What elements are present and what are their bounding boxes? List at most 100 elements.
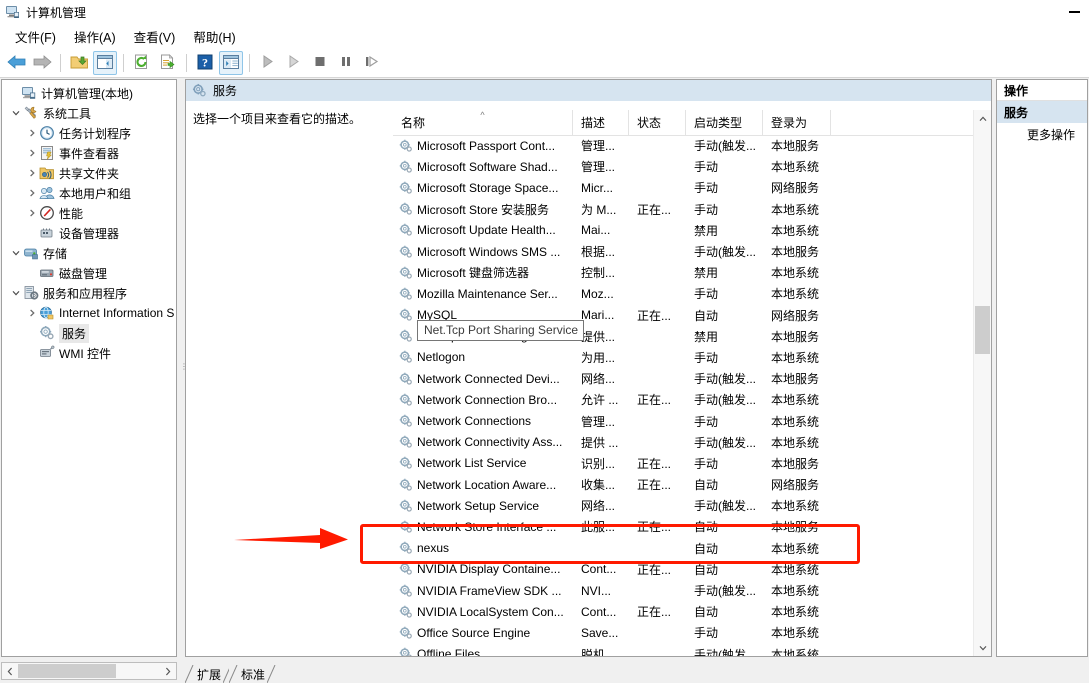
tree-item-shared-folders[interactable]: 共享文件夹 [4,163,176,183]
scroll-left-icon[interactable] [2,663,18,679]
table-row[interactable]: Network Connection Bro... 允许 ... 正在... 手动(触… [393,389,991,410]
service-gear-icon [399,266,413,280]
services-vertical-scrollbar[interactable] [973,110,991,656]
service-name-label: Netlogon [417,350,466,365]
table-row[interactable]: Network Connected Devi... 网络... 手动(触发... 本地… [393,368,991,389]
menu-action[interactable]: 操作(A) [65,24,125,49]
chevron-right-icon[interactable] [24,305,39,321]
more-actions-item[interactable]: 更多操作 [997,123,1087,145]
table-row[interactable]: Microsoft Storage Space... Micr... 手动 网络服务 [393,177,991,198]
tree-expander [24,225,39,241]
table-row[interactable]: NVIDIA Display Containe... Cont... 正在... 自动… [393,559,991,580]
column-header-log-on-as[interactable]: 登录为 [763,110,831,135]
console-tree-pane: 计算机管理(本地) 系统工具 任务计划程序 事件查看器 共享文件夹 本地用户和组… [1,79,177,657]
tree-item-computer-management[interactable]: 计算机管理(本地) [4,83,176,103]
forward-button[interactable] [30,51,54,75]
cell-log-on-as: 本地服务 [771,245,820,260]
tree-item-task-scheduler[interactable]: 任务计划程序 [4,123,176,143]
chevron-down-icon[interactable] [8,245,23,261]
cell-startup-type: 手动 [694,414,719,429]
pane-splitter[interactable]: ⋮ [178,79,188,657]
tree-horizontal-scrollbar[interactable] [1,662,177,680]
table-row[interactable]: Microsoft 键盘筛选器 控制... 禁用 本地系统 [393,262,991,283]
column-header-status[interactable]: 状态 [629,110,686,135]
table-row[interactable]: Microsoft Windows SMS ... 根据... 手动(触发... 本地… [393,241,991,262]
service-name-label: Network Store Interface ... [417,519,557,534]
tree-item-services-and-applications[interactable]: 服务和应用程序 [4,283,176,303]
menu-view[interactable]: 查看(V) [125,24,185,49]
svg-text:?: ? [202,55,208,69]
chevron-right-icon[interactable] [24,205,39,221]
table-row[interactable]: Microsoft Software Shad... 管理... 手动 本地系统 [393,156,991,177]
restart-service-button[interactable] [360,51,384,75]
tree-item-storage[interactable]: 存储 [4,243,176,263]
tab-extended[interactable]: 扩展 [184,664,232,683]
help-button[interactable]: ? [193,51,217,75]
services-column-headers: 名称 ^ 描述 状态 启动类型 登录为 [393,110,991,136]
column-header-startup-type[interactable]: 启动类型 [686,110,763,135]
back-button[interactable] [4,51,28,75]
start-service-button[interactable] [256,51,280,75]
table-row[interactable]: Network Location Aware... 收集... 正在... 自动 网络服… [393,474,991,495]
chevron-right-icon[interactable] [24,145,39,161]
chevron-right-icon[interactable] [24,165,39,181]
up-one-level-button[interactable] [67,51,91,75]
scroll-up-icon[interactable] [974,110,991,127]
tab-standard[interactable]: 标准 [228,664,276,683]
tree-item-services[interactable]: 服务 [4,323,176,343]
table-row[interactable]: Office Source Engine Save... 手动 本地系统 [393,622,991,643]
chevron-down-icon[interactable] [8,105,23,121]
menu-file[interactable]: 文件(F) [6,24,65,49]
service-gear-icon [399,329,413,343]
scroll-down-icon[interactable] [974,639,991,656]
scrollbar-thumb[interactable] [975,306,990,354]
table-row[interactable]: Network Store Interface ... 此服... 正在... 自动 本… [393,516,991,537]
tree-item-performance[interactable]: 性能 [4,203,176,223]
h-scrollbar-thumb[interactable] [18,664,116,678]
service-gear-icon [399,160,413,174]
chevron-right-icon[interactable] [24,185,39,201]
table-row[interactable]: Microsoft Passport Cont... 管理... 手动(触发... 本… [393,135,991,156]
table-row[interactable]: Offline Files 脱机... 手动(触发... 本地系统 [393,644,991,656]
show-hide-console-tree-button[interactable] [93,51,117,75]
cell-status: 正在... [637,478,672,493]
service-gear-icon [399,541,413,555]
tree-item-wmi-control[interactable]: WMI 控件 [4,343,176,363]
tree-item-local-users-groups[interactable]: 本地用户和组 [4,183,176,203]
table-row[interactable]: Microsoft Store 安装服务 为 M... 正在... 手动 本地系统 [393,199,991,220]
tree-item-disk-management[interactable]: 磁盘管理 [4,263,176,283]
actions-pane-section-services: 服务 [997,101,1087,123]
menu-help[interactable]: 帮助(H) [184,24,244,49]
services-rows: Microsoft Passport Cont... 管理... 手动(触发... 本… [393,135,991,656]
pause-service-button[interactable] [334,51,358,75]
cell-startup-type: 手动(触发... [694,372,756,387]
refresh-button[interactable] [130,51,154,75]
table-row[interactable]: NVIDIA FrameView SDK ... NVI... 手动(触发... 本地… [393,580,991,601]
h-scrollbar-track[interactable] [116,664,160,678]
stop-service-button[interactable] [308,51,332,75]
shared-folders-icon [39,165,55,181]
table-row[interactable]: nexus 自动 本地系统 [393,538,991,559]
table-row[interactable]: Network Connectivity Ass... 提供 ... 手动(触发..… [393,432,991,453]
export-list-button[interactable] [156,51,180,75]
table-row[interactable]: Mozilla Maintenance Ser... Moz... 手动 本地系统 [393,283,991,304]
column-header-description[interactable]: 描述 [573,110,629,135]
play-icon [262,55,274,71]
table-row[interactable]: Network Connections 管理... 手动 本地系统 [393,410,991,431]
table-row[interactable]: Netlogon 为用... 手动 本地系统 [393,347,991,368]
table-row[interactable]: Network Setup Service 网络... 手动(触发... 本地系统 [393,495,991,516]
show-hide-action-pane-button[interactable] [219,51,243,75]
scroll-right-icon[interactable] [160,663,176,679]
tree-item-system-tools[interactable]: 系统工具 [4,103,176,123]
tree-item-device-manager[interactable]: 设备管理器 [4,223,176,243]
table-row[interactable]: NVIDIA LocalSystem Con... Cont... 正在... 自动 本… [393,601,991,622]
tree-item-iis[interactable]: Internet Information S [4,303,176,323]
table-row[interactable]: Microsoft Update Health... Mai... 禁用 本地系统 [393,220,991,241]
chevron-down-icon[interactable] [8,285,23,301]
minimize-button[interactable] [1059,0,1089,24]
chevron-right-icon[interactable] [24,125,39,141]
tree-item-event-viewer[interactable]: 事件查看器 [4,143,176,163]
column-header-name[interactable]: 名称 ^ [393,110,573,135]
resume-service-button[interactable] [282,51,306,75]
table-row[interactable]: Network List Service 识别... 正在... 手动 本地服务 [393,453,991,474]
